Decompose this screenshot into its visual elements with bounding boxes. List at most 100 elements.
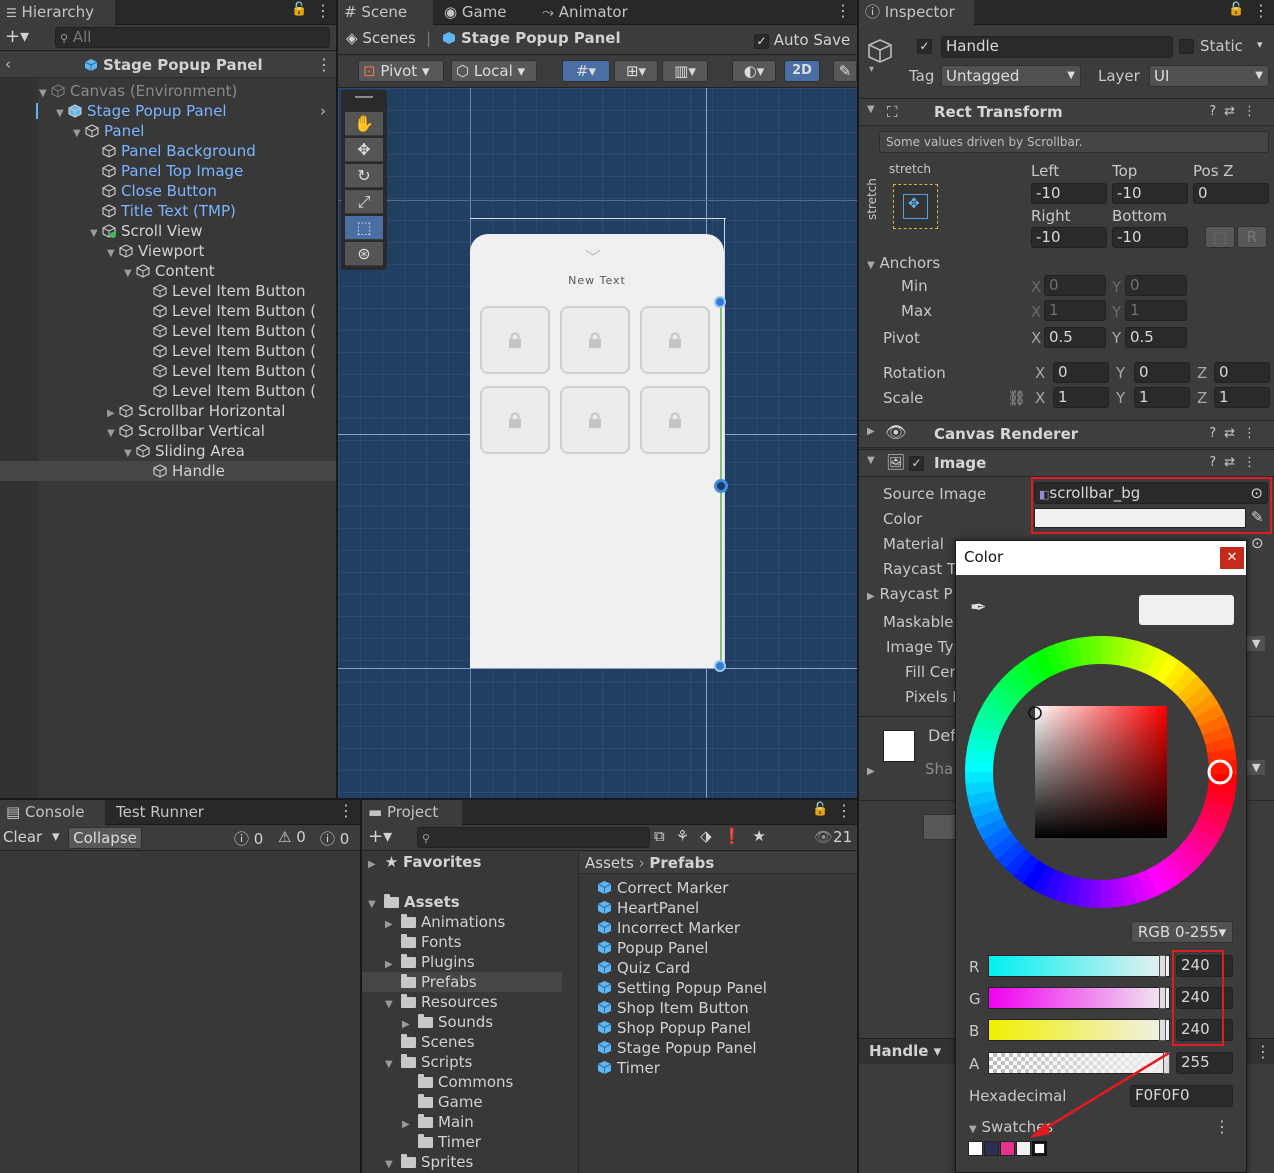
- project-folder-item[interactable]: Commons: [362, 1072, 562, 1092]
- a-value-field[interactable]: 255: [1176, 1052, 1233, 1074]
- rotation-z-field[interactable]: 0: [1214, 362, 1270, 383]
- constrain-proportions-icon[interactable]: ⛓: [1007, 389, 1026, 407]
- component-menu-icons[interactable]: ?⇄⋮: [1209, 426, 1264, 441]
- pivot-y-field[interactable]: 0.5: [1125, 327, 1187, 348]
- scale-tool-icon[interactable]: ⤢: [345, 190, 383, 214]
- g-slider[interactable]: [988, 987, 1170, 1009]
- project-folder-item[interactable]: ▼ Sprites: [362, 1152, 562, 1172]
- hierarchy-item[interactable]: ▼ Scrollbar Vertical: [0, 421, 336, 441]
- asset-item[interactable]: Shop Popup Panel: [579, 1018, 857, 1038]
- tab-scene[interactable]: # Scene: [338, 0, 433, 25]
- back-icon[interactable]: ‹: [5, 55, 11, 73]
- tab-console[interactable]: ▤ Console: [0, 800, 105, 825]
- rect-handle-top[interactable]: [714, 296, 726, 308]
- preview-name[interactable]: Handle ▾: [869, 1042, 941, 1060]
- tab-animator[interactable]: ⤳ Animator: [536, 0, 634, 25]
- asset-item[interactable]: Timer: [579, 1058, 857, 1078]
- blueprint-mode-button[interactable]: ⬚: [1205, 226, 1235, 248]
- close-button[interactable]: ✕: [1220, 547, 1244, 569]
- component-menu-icons[interactable]: ?⇄⋮: [1209, 455, 1264, 470]
- project-folder-item[interactable]: Timer: [362, 1132, 562, 1152]
- eyedropper-icon[interactable]: ✒: [970, 595, 987, 619]
- project-folder-item[interactable]: ▶ Sounds: [362, 1012, 562, 1032]
- local-dropdown[interactable]: ⬡ Local ▾: [451, 60, 537, 82]
- open-prefab-chevron-icon[interactable]: ›: [320, 101, 326, 121]
- hierarchy-item[interactable]: ▼ Sliding Area: [0, 441, 336, 461]
- object-name-field[interactable]: Handle: [941, 36, 1173, 58]
- hierarchy-search-input[interactable]: ⚲ All: [55, 27, 330, 48]
- project-folder-item[interactable]: ▶ Main: [362, 1112, 562, 1132]
- color-wheel[interactable]: [965, 636, 1237, 908]
- expand-arrow-icon[interactable]: ▼: [385, 1155, 397, 1173]
- color-swatch[interactable]: [968, 1141, 983, 1156]
- shading-button[interactable]: ◐▾: [732, 60, 776, 82]
- hierarchy-item[interactable]: ▼ Scroll View: [0, 221, 336, 241]
- scale-x-field[interactable]: 1: [1053, 387, 1109, 408]
- more-menu-icon[interactable]: ⋮: [835, 1, 851, 20]
- asset-item[interactable]: Setting Popup Panel: [579, 978, 857, 998]
- pivot-dropdown[interactable]: ⊡ Pivot ▾: [358, 60, 444, 82]
- more-menu-icon[interactable]: ⋮: [338, 801, 354, 820]
- asset-item[interactable]: Correct Marker: [579, 878, 857, 898]
- transform-tool-icon[interactable]: ⊛: [345, 242, 383, 266]
- rect-transform-header[interactable]: ▼ ⛶ Rect Transform ?⇄⋮: [859, 98, 1274, 126]
- ruler-button[interactable]: ▥▾: [662, 60, 708, 82]
- tab-project[interactable]: ▬ Project: [362, 800, 462, 825]
- scenes-breadcrumb[interactable]: ◈ Scenes: [346, 29, 416, 47]
- more-menu-icon[interactable]: ⋮: [1255, 1042, 1271, 1061]
- hierarchy-item[interactable]: Panel Top Image: [0, 161, 336, 181]
- hierarchy-item[interactable]: ▶ Scrollbar Horizontal: [0, 401, 336, 421]
- favorites-row[interactable]: ▶ ★ Favorites: [362, 852, 562, 872]
- move-tool-icon[interactable]: ✥: [345, 138, 383, 162]
- visibility-count[interactable]: 👁21: [814, 828, 852, 846]
- posz-field[interactable]: 0: [1193, 183, 1269, 204]
- error-filter[interactable]: ⓘ 0: [234, 828, 263, 849]
- scale-y-field[interactable]: 1: [1134, 387, 1190, 408]
- right-field[interactable]: -10: [1031, 227, 1107, 248]
- r-slider[interactable]: [988, 955, 1170, 977]
- hierarchy-item[interactable]: Handle: [0, 461, 336, 481]
- b-slider[interactable]: [988, 1019, 1170, 1041]
- image-header[interactable]: ▼ 🖼 ✓ Image ?⇄⋮: [859, 449, 1274, 477]
- image-type-dropdown-icon[interactable]: ▼: [1247, 636, 1266, 651]
- project-search-input[interactable]: ⚲: [417, 827, 650, 848]
- rect-tool-icon[interactable]: ⬚: [345, 216, 383, 240]
- asset-item[interactable]: Quiz Card: [579, 958, 857, 978]
- error-count[interactable]: ⓘ 0: [320, 828, 349, 849]
- hierarchy-item[interactable]: Level Item Button: [0, 281, 336, 301]
- tab-test-runner[interactable]: Test Runner: [110, 800, 210, 825]
- project-folder-item[interactable]: ▼ Assets: [362, 892, 562, 912]
- swatches-menu-icon[interactable]: ⋮: [1214, 1117, 1230, 1136]
- hierarchy-item[interactable]: Title Text (TMP): [0, 201, 336, 221]
- project-folder-item[interactable]: Scenes: [362, 1032, 562, 1052]
- pivot-x-field[interactable]: 0.5: [1044, 327, 1106, 348]
- snap-increment-button[interactable]: ⊞▾: [614, 60, 658, 82]
- static-dropdown-icon[interactable]: ▾: [1257, 38, 1263, 51]
- more-menu-icon[interactable]: ⋮: [316, 55, 332, 74]
- hierarchy-item[interactable]: Close Button: [0, 181, 336, 201]
- rotation-x-field[interactable]: 0: [1053, 362, 1109, 383]
- hierarchy-item[interactable]: ▼ Content: [0, 261, 336, 281]
- add-icon[interactable]: +▾: [5, 26, 29, 47]
- rect-handle-bottom[interactable]: [714, 660, 726, 672]
- bottom-field[interactable]: -10: [1112, 227, 1188, 248]
- hierarchy-item[interactable]: Level Item Button (: [0, 361, 336, 381]
- tab-inspector[interactable]: ⓘ Inspector: [859, 0, 974, 25]
- lighting-button[interactable]: ✎: [833, 60, 857, 82]
- top-field[interactable]: -10: [1112, 183, 1188, 204]
- asset-item[interactable]: HeartPanel: [579, 898, 857, 918]
- rotation-y-field[interactable]: 0: [1134, 362, 1190, 383]
- grid-snap-button[interactable]: #▾: [562, 60, 610, 82]
- anchors-label[interactable]: ▼ Anchors: [867, 254, 940, 272]
- lock-icon[interactable]: 🔓: [1228, 2, 1244, 17]
- canvas-renderer-header[interactable]: ▶ 👁 Canvas Renderer ?⇄⋮: [859, 420, 1274, 448]
- rect-handle-pivot[interactable]: [714, 479, 728, 493]
- hierarchy-item[interactable]: ▼ Stage Popup Panel ›: [0, 101, 336, 121]
- scene-breadcrumb[interactable]: Stage Popup Panel: [442, 29, 621, 47]
- clear-options-icon[interactable]: ▾: [52, 827, 60, 845]
- lock-icon[interactable]: 🔓: [812, 802, 828, 817]
- shader-dropdown-icon[interactable]: ▼: [1247, 760, 1266, 775]
- more-menu-icon[interactable]: ⋮: [836, 801, 852, 820]
- hand-tool-icon[interactable]: ✋: [345, 112, 383, 136]
- more-menu-icon[interactable]: ⋮: [1253, 1, 1269, 20]
